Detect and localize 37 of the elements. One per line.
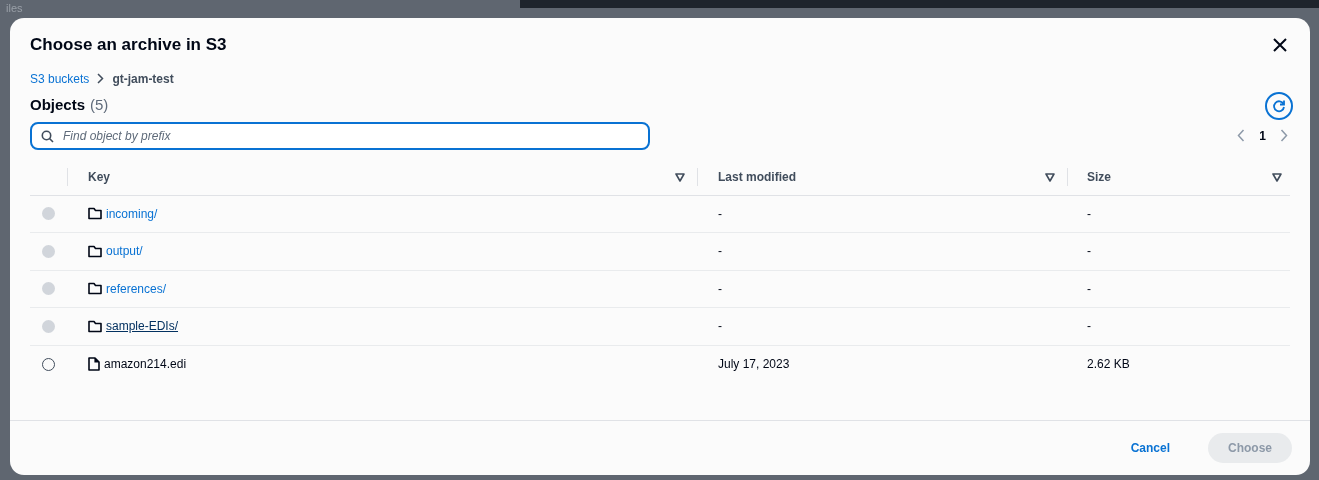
breadcrumb-current: gt-jam-test (112, 70, 174, 88)
table-cell: - (1087, 319, 1091, 334)
folder-icon (88, 207, 102, 221)
sort-icon[interactable] (1045, 172, 1055, 182)
close-icon[interactable] (1272, 36, 1288, 53)
file-icon (88, 357, 100, 372)
column-header: Size (1087, 169, 1111, 186)
table-cell: - (718, 319, 722, 334)
sort-icon[interactable] (1272, 172, 1282, 182)
folder-icon (88, 319, 102, 333)
refresh-button[interactable] (1265, 91, 1293, 120)
breadcrumb-link[interactable]: S3 buckets (30, 69, 90, 88)
objects-count: (5) (90, 95, 109, 116)
table-cell: - (718, 206, 722, 221)
table-cell: July 17, 2023 (718, 357, 790, 372)
table-cell: - (1087, 281, 1091, 296)
sort-icon[interactable] (675, 172, 685, 182)
chevron-right-icon (97, 73, 105, 84)
cancel-button[interactable]: Cancel (1110, 433, 1190, 463)
page-number[interactable]: 1 (1259, 126, 1266, 145)
refresh-icon (1272, 98, 1286, 113)
search-field[interactable]: Find object by prefix (30, 121, 650, 150)
table-cell: - (718, 244, 722, 259)
dialog-title: Choose an archive in S3 (30, 34, 227, 56)
column-header: Key (88, 169, 110, 186)
folder-icon (88, 282, 102, 296)
objects-heading: Objects (30, 95, 86, 116)
table-cell: - (1087, 206, 1091, 221)
column-header: Last modified (718, 169, 796, 186)
table-cell: - (718, 281, 722, 296)
table-cell: 2.62 KB (1087, 357, 1130, 372)
next-page-icon[interactable] (1280, 129, 1288, 142)
previous-page-icon[interactable] (1237, 129, 1246, 142)
file-name: amazon214.edi (104, 356, 187, 374)
folder-icon (88, 244, 102, 258)
search-icon (41, 129, 54, 143)
table-cell: - (1087, 244, 1091, 259)
